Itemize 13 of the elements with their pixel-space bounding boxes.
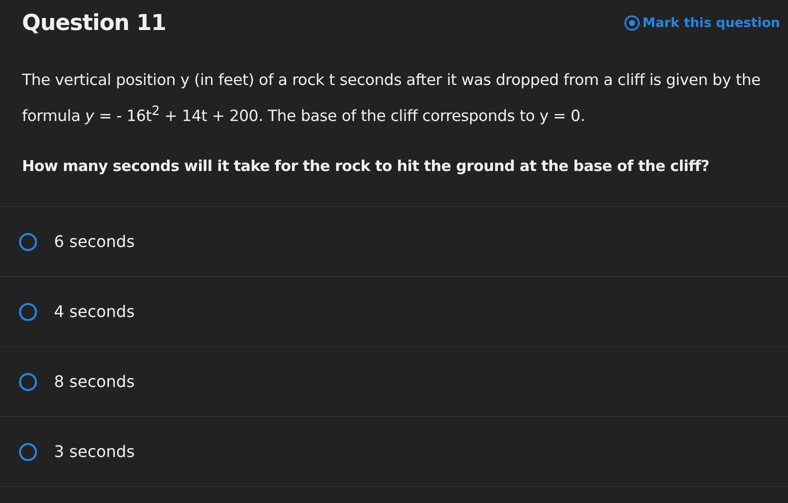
question-prompt: How many seconds will it take for the rock to hit the ground at the base of the cliff? <box>22 157 710 176</box>
answer-option[interactable]: 6 seconds <box>54 232 135 252</box>
answer-option[interactable]: 3 seconds <box>54 442 135 462</box>
radio-target-icon <box>624 15 640 31</box>
radio-button[interactable] <box>19 232 37 251</box>
question-title: Question 11 <box>22 10 166 36</box>
mark-question-button[interactable]: Mark this question <box>622 13 782 33</box>
radio-button[interactable] <box>19 302 37 321</box>
radio-button[interactable] <box>19 442 37 461</box>
answer-option[interactable]: 4 seconds <box>54 302 135 322</box>
answer-option[interactable]: 8 seconds <box>54 372 135 392</box>
radio-button[interactable] <box>19 372 37 391</box>
question-text: The vertical position y (in feet) of a rock t seconds after it was dropped from a cliff is given by the formula y = - 16t$^{2}$ + 14t + 200. The base of the cliff corresponds to y = 0. <box>22 70 762 128</box>
